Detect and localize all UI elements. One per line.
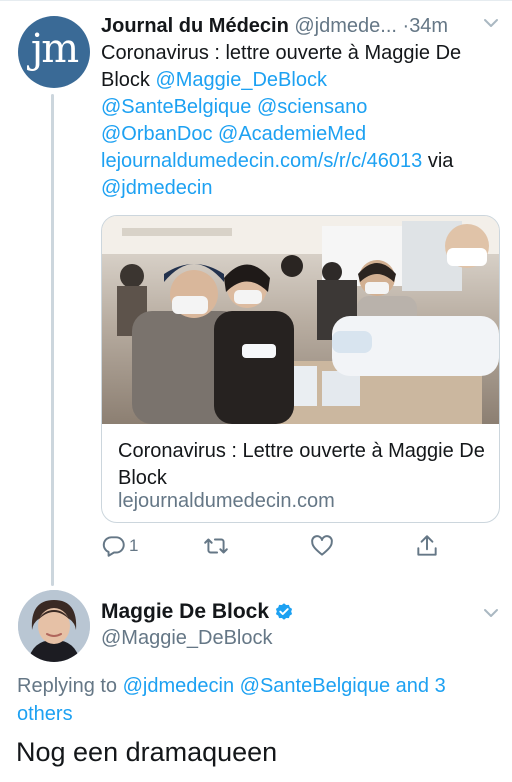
avatar[interactable]: jm xyxy=(18,16,90,88)
user-handle[interactable]: @Maggie_DeBlock xyxy=(101,624,273,652)
top-divider xyxy=(0,0,512,1)
share-icon xyxy=(417,535,437,556)
display-name-row: Maggie De Block xyxy=(101,598,294,626)
mention-link[interactable]: @OrbanDoc xyxy=(101,123,212,145)
chevron-down-icon[interactable] xyxy=(482,604,500,622)
article-url-link[interactable]: lejournaldumedecin.com/s/r/c/46013 xyxy=(101,150,422,172)
tweet-text: Coronavirus : lettre ouverte à Maggie De… xyxy=(101,40,501,202)
card-title: Coronavirus : Lettre ouverte à Maggie De… xyxy=(118,440,485,489)
card-image xyxy=(102,216,499,424)
link-preview-card[interactable]: Coronavirus : Lettre ouverte à Maggie De… xyxy=(101,215,500,523)
display-name[interactable]: Maggie De Block xyxy=(101,598,269,626)
tweet-text: Nog een dramaqueen xyxy=(16,737,278,767)
avatar-photo xyxy=(18,590,90,662)
tweet-header: Journal du Médecin @jdmede... ·34m xyxy=(101,12,501,40)
thread-connector-line xyxy=(51,94,54,586)
share-button[interactable] xyxy=(414,532,440,560)
timestamp[interactable]: 34m xyxy=(409,15,448,37)
retweet-icon xyxy=(204,538,228,554)
display-name[interactable]: Journal du Médecin xyxy=(101,15,289,37)
mention-link[interactable]: @SanteBelgique xyxy=(101,96,251,118)
replying-to-line: Replying to @jdmedecin @SanteBelgique an… xyxy=(17,672,497,728)
reply-count: 1 xyxy=(129,536,139,555)
verified-badge-icon xyxy=(275,603,293,620)
via-handle-link[interactable]: @jdmedecin xyxy=(101,177,212,199)
reply-icon xyxy=(102,536,125,557)
heart-icon xyxy=(311,535,333,556)
avatar[interactable] xyxy=(18,590,90,662)
retweet-button[interactable] xyxy=(203,532,229,560)
mention-link[interactable]: @sciensano xyxy=(257,96,367,118)
replying-prefix: Replying to xyxy=(17,675,118,697)
user-handle[interactable]: @jdmede... xyxy=(294,15,397,37)
mention-link[interactable]: @AcademieMed xyxy=(218,123,366,145)
avatar-initials: jm xyxy=(30,26,79,72)
mention-link[interactable]: @Maggie_DeBlock xyxy=(155,69,327,91)
chevron-down-icon[interactable] xyxy=(482,14,500,32)
via-text: via xyxy=(427,150,454,172)
like-button[interactable] xyxy=(309,532,335,560)
card-domain: lejournaldumedecin.com xyxy=(118,490,335,512)
reply-button[interactable]: 1 xyxy=(101,532,138,560)
replying-handle-link[interactable]: @SanteBelgique xyxy=(240,675,390,697)
replying-handle-link[interactable]: @jdmedecin xyxy=(123,675,234,697)
